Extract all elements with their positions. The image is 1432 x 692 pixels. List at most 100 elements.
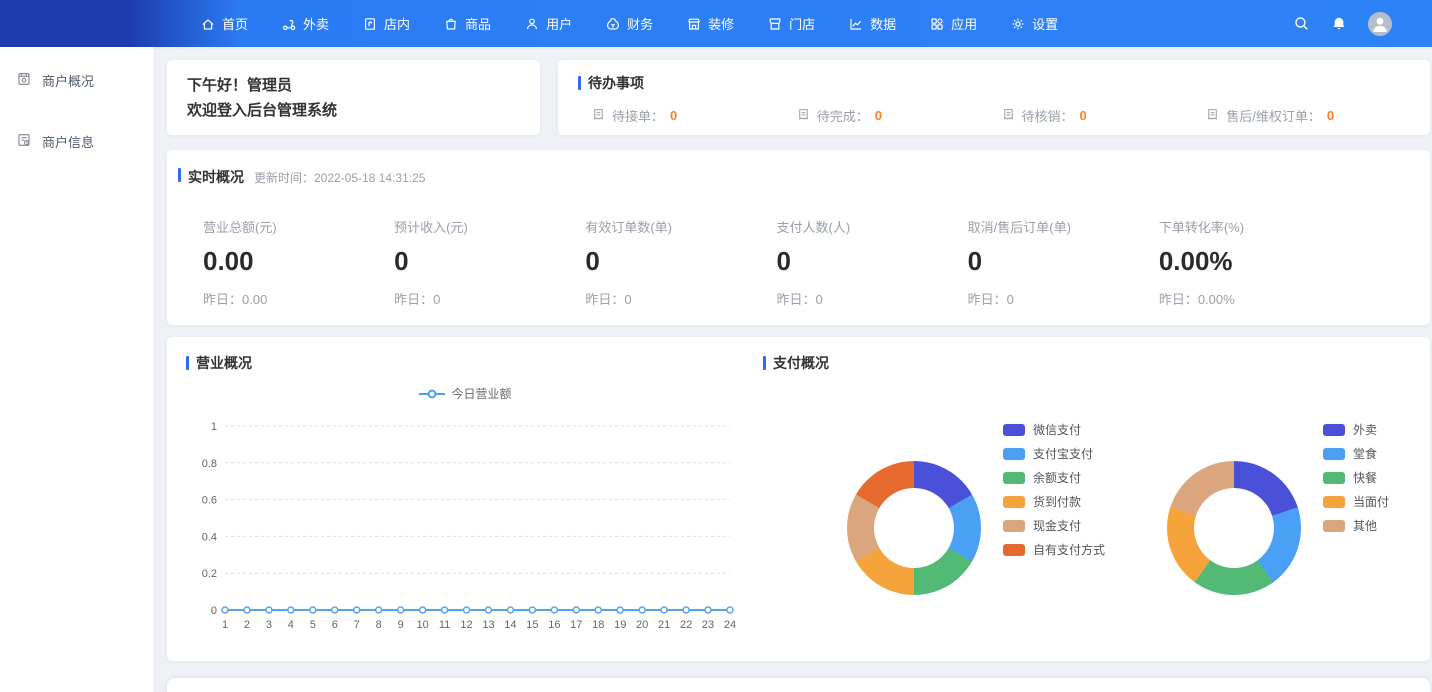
legend-label: 微信支付	[1033, 421, 1081, 438]
stat-label: 下单转化率(%)	[1159, 217, 1350, 236]
section-accent-bar	[186, 356, 189, 370]
legend-item[interactable]: 支付宝支付	[1003, 445, 1105, 462]
svg-text:9: 9	[398, 619, 404, 631]
stat-label: 有效订单数(单)	[585, 217, 776, 236]
nav-item-users[interactable]: 用户	[524, 14, 572, 33]
legend-item[interactable]: 堂食	[1323, 445, 1389, 462]
todo-item-pending-accept[interactable]: 待接单：0	[591, 106, 796, 125]
legend-color-chip	[1003, 424, 1025, 436]
nav-label: 外卖	[303, 14, 329, 33]
nav-item-settings[interactable]: 设置	[1010, 14, 1058, 33]
nav-item-finance[interactable]: 财务	[605, 14, 653, 33]
stat-yesterday: 昨日：0	[777, 289, 968, 308]
update-time: 更新时间：2022-05-18 14:31:25	[254, 169, 425, 186]
svg-text:24: 24	[724, 619, 736, 631]
section-accent-bar	[178, 168, 181, 182]
nav-label: 首页	[222, 14, 248, 33]
svg-text:11: 11	[439, 619, 450, 631]
svg-text:5: 5	[310, 619, 316, 631]
svg-text:16: 16	[548, 619, 560, 631]
bell-icon[interactable]	[1331, 16, 1347, 32]
nav-item-takeout[interactable]: 外卖	[281, 14, 329, 33]
gear-icon	[1010, 16, 1026, 32]
legend-item[interactable]: 现金支付	[1003, 517, 1105, 534]
search-icon[interactable]	[1293, 15, 1310, 32]
svg-text:12: 12	[460, 619, 472, 631]
legend-color-chip	[1003, 448, 1025, 460]
legend-item[interactable]: 货到付款	[1003, 493, 1105, 510]
sidebar-item-merchant-overview[interactable]: 商户概况	[0, 57, 154, 104]
svg-text:15: 15	[526, 619, 538, 631]
nav-item-data[interactable]: 数据	[848, 14, 896, 33]
nav-item-stores[interactable]: 门店	[767, 14, 815, 33]
nav-item-goods[interactable]: 商品	[443, 14, 491, 33]
store-icon	[767, 16, 783, 32]
svg-text:22: 22	[680, 619, 692, 631]
legend-item[interactable]: 自有支付方式	[1003, 541, 1105, 558]
svg-text:14: 14	[504, 619, 516, 631]
svg-text:10: 10	[416, 619, 428, 631]
receipt-icon	[1205, 107, 1220, 125]
legend-item[interactable]: 微信支付	[1003, 421, 1105, 438]
user-avatar[interactable]	[1368, 12, 1392, 36]
stat-label: 支付人数(人)	[777, 217, 968, 236]
stat-yesterday: 昨日：0	[968, 289, 1159, 308]
merchant-overview-icon	[16, 71, 32, 90]
svg-text:17: 17	[570, 619, 582, 631]
svg-text:19: 19	[614, 619, 626, 631]
legend-item[interactable]: 余额支付	[1003, 469, 1105, 486]
legend-label: 当面付	[1353, 493, 1389, 510]
sidebar-item-merchant-info[interactable]: 商户信息	[0, 118, 154, 165]
stat-expected-income: 预计收入(元) 0 昨日：0	[394, 217, 585, 308]
nav-label: 门店	[789, 14, 815, 33]
order-types-donut-chart	[1167, 461, 1301, 595]
legend-item[interactable]: 当面付	[1323, 493, 1389, 510]
apps-grid-icon	[929, 16, 945, 32]
nav-item-home[interactable]: 首页	[200, 14, 248, 33]
stat-total-revenue: 营业总额(元) 0.00 昨日：0.00	[203, 217, 394, 308]
payment-methods-legend: 微信支付支付宝支付余额支付货到付款现金支付自有支付方式	[1003, 421, 1105, 558]
legend-item[interactable]: 快餐	[1323, 469, 1389, 486]
todo-item-aftersale-orders[interactable]: 售后/维权订单：0	[1205, 106, 1410, 125]
nav-item-apps[interactable]: 应用	[929, 14, 977, 33]
stat-yesterday: 昨日：0	[585, 289, 776, 308]
receipt-icon	[1001, 107, 1016, 125]
todo-item-label: 待接单：	[612, 106, 664, 125]
legend-color-chip	[1003, 544, 1025, 556]
nav-item-decoration[interactable]: 装修	[686, 14, 734, 33]
nav-label: 财务	[627, 14, 653, 33]
svg-text:6: 6	[332, 619, 338, 631]
stat-value: 0	[968, 246, 1159, 277]
merchant-info-icon	[16, 132, 32, 151]
legend-item[interactable]: 其他	[1323, 517, 1389, 534]
greeting-line1: 下午好！管理员	[187, 73, 520, 98]
nav-item-instore[interactable]: 店内	[362, 14, 410, 33]
legend-color-chip	[1003, 496, 1025, 508]
line-chart-legend[interactable]: 今日营业额	[186, 385, 745, 402]
business-line-chart: 00.20.40.60.8112345678910111213141516171…	[192, 408, 740, 646]
legend-color-chip	[1323, 448, 1345, 460]
legend-color-chip	[1003, 520, 1025, 532]
shopping-bag-icon	[443, 16, 459, 32]
nav-label: 装修	[708, 14, 734, 33]
svg-text:0.4: 0.4	[202, 531, 217, 543]
legend-label: 堂食	[1353, 445, 1377, 462]
stat-value: 0	[585, 246, 776, 277]
order-types-legend: 外卖堂食快餐当面付其他	[1323, 421, 1389, 534]
svg-text:0.8: 0.8	[202, 458, 217, 470]
legend-label: 货到付款	[1033, 493, 1081, 510]
payment-methods-donut-chart	[847, 461, 981, 595]
svg-text:1: 1	[211, 421, 217, 433]
legend-color-chip	[1323, 424, 1345, 436]
stat-value: 0	[394, 246, 585, 277]
payment-methods-donut-group: 微信支付支付宝支付余额支付货到付款现金支付自有支付方式	[847, 421, 1105, 595]
home-icon	[200, 16, 216, 32]
sidebar-item-label: 商户概况	[42, 71, 94, 90]
todo-item-pending-complete[interactable]: 待完成：0	[796, 106, 1001, 125]
todo-item-pending-verify[interactable]: 待核销：0	[1001, 106, 1206, 125]
legend-label: 现金支付	[1033, 517, 1081, 534]
business-overview-title: 营业概况	[196, 353, 252, 373]
svg-text:20: 20	[636, 619, 648, 631]
legend-item[interactable]: 外卖	[1323, 421, 1389, 438]
todo-card: 待办事项 待接单：0 待完成：0 待核销：0	[558, 60, 1430, 135]
